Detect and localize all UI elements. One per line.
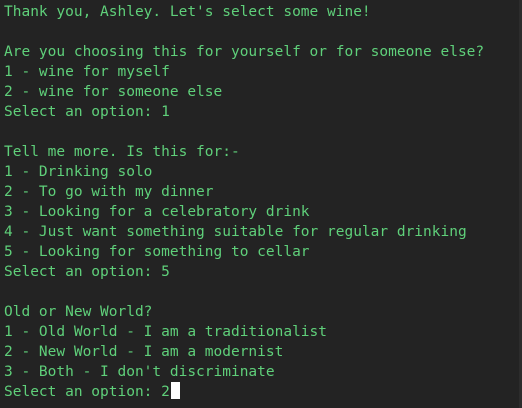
option-line: 1 - wine for myself [4,64,170,80]
option-line: 1 - Drinking solo [4,164,153,180]
option-line: 2 - New World - I am a modernist [4,344,284,360]
option-line: 2 - To go with my dinner [4,184,214,200]
answer-line: Select an option: 5 [4,264,170,280]
option-line: 2 - wine for someone else [4,84,223,100]
option-line: 5 - Looking for something to cellar [4,244,310,260]
question-recipient: Are you choosing this for yourself or fo… [4,44,485,60]
terminal-window[interactable]: Thank you, Ashley. Let's select some win… [0,0,522,408]
greeting-line: Thank you, Ashley. Let's select some win… [4,4,371,20]
text-cursor [170,382,180,399]
option-line: 1 - Old World - I am a traditionalist [4,324,328,340]
input-prompt-line[interactable]: Select an option: 2 [4,382,522,402]
option-line: 4 - Just want something suitable for reg… [4,224,467,240]
option-line: 3 - Both - I don't discriminate [4,364,275,380]
option-line: 3 - Looking for a celebratory drink [4,204,310,220]
question-world: Old or New World? [4,304,153,320]
answer-line: Select an option: 1 [4,104,170,120]
prompt-text[interactable]: Select an option: 2 [4,384,170,400]
question-occasion: Tell me more. Is this for:- [4,144,240,160]
